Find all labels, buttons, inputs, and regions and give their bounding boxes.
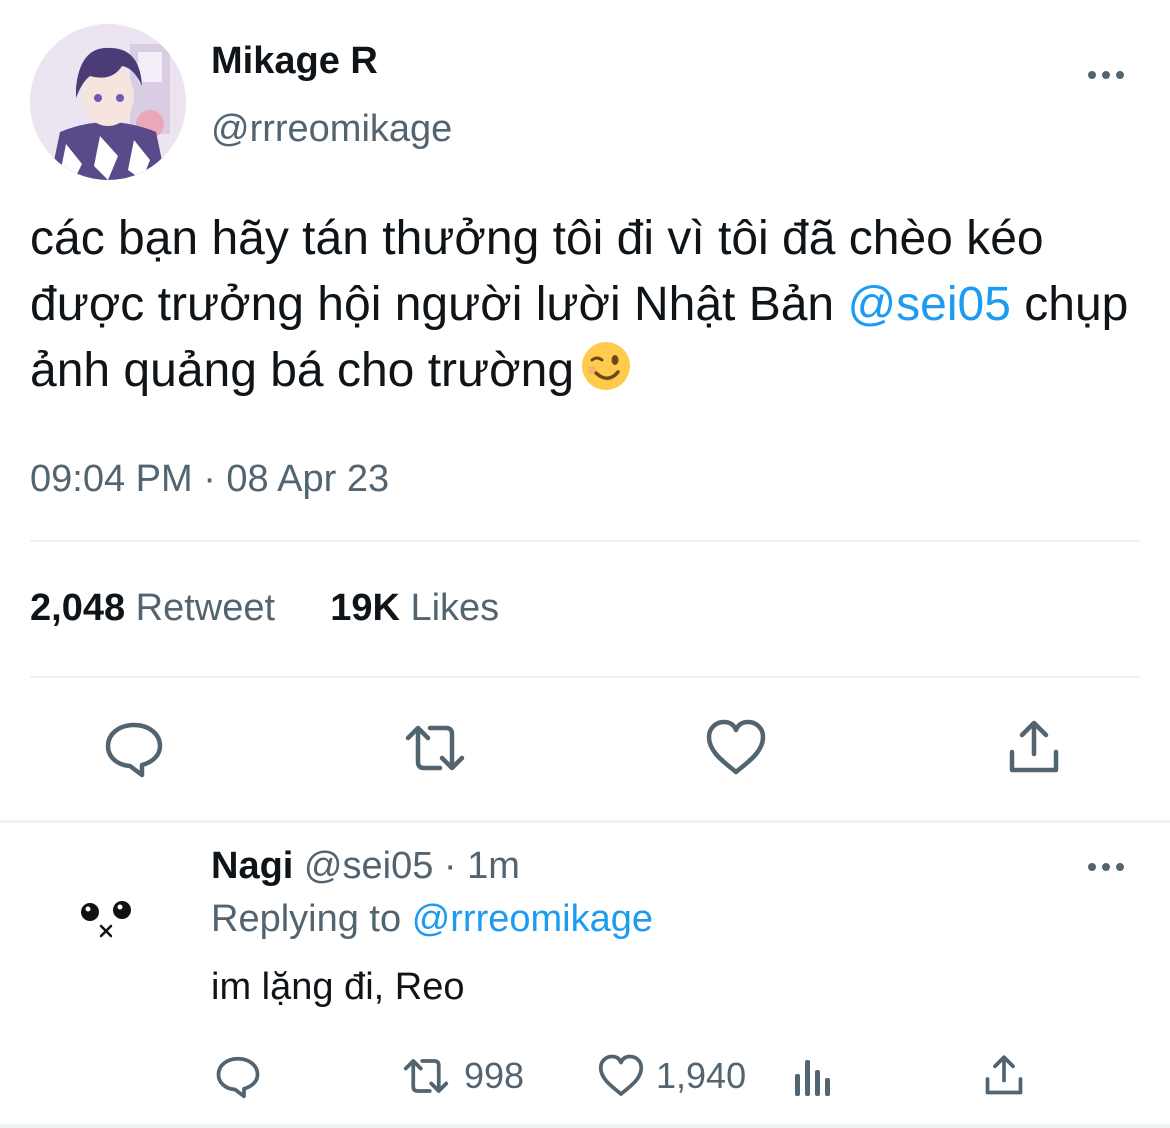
reply-text: im lặng đi, Reo — [211, 966, 465, 1008]
reply-header: Nagi @sei05 · 1m — [211, 845, 520, 888]
reply-icon — [216, 1056, 260, 1099]
divider — [0, 1124, 1170, 1128]
divider — [30, 676, 1140, 678]
analytics-icon — [795, 1060, 830, 1096]
divider — [0, 820, 1170, 823]
doodle-face-icon — [81, 901, 131, 938]
retweet-icon — [403, 1059, 449, 1093]
reply-reply-button[interactable] — [214, 1052, 262, 1100]
replying-to-mention[interactable]: @rrreomikage — [412, 898, 653, 940]
winking-face-emoji-icon — [580, 340, 632, 410]
tweet-text: các bạn hãy tán thưởng tôi đi vì tôi đã … — [30, 206, 1140, 410]
like-icon — [598, 1054, 644, 1096]
reply-like-count: 1,940 — [656, 1055, 747, 1096]
tweet-stats: 2,048 Retweet 19K Likes — [30, 587, 499, 630]
like-icon[interactable] — [704, 716, 768, 780]
reply-meta[interactable]: @sei05 · 1m — [304, 845, 520, 887]
retweet-count[interactable]: 2,048 — [30, 587, 125, 629]
tweet-timestamp[interactable]: 09:04 PM · 08 Apr 23 — [30, 458, 389, 501]
reply-icon[interactable] — [102, 716, 166, 780]
share-icon — [985, 1055, 1023, 1095]
replying-to: Replying to @rrreomikage — [211, 898, 653, 941]
reply-retweet-count: 998 — [464, 1055, 525, 1096]
likes-count[interactable]: 19K — [330, 587, 400, 629]
more-options-icon[interactable] — [1086, 852, 1126, 882]
reply-analytics-button[interactable] — [792, 1052, 836, 1100]
retweet-icon[interactable] — [400, 716, 465, 780]
mention-link[interactable]: @sei05 — [847, 278, 1010, 331]
share-icon[interactable] — [1002, 716, 1066, 780]
avatar-illustration — [30, 24, 186, 180]
author-name[interactable]: Mikage R — [211, 40, 378, 83]
replying-label: Replying to — [211, 898, 402, 940]
reply-like-button[interactable]: 1,940 — [596, 1052, 746, 1100]
author-handle[interactable]: @rrreomikage — [211, 108, 452, 151]
reply-author-avatar[interactable] — [70, 890, 140, 950]
likes-label[interactable]: Likes — [410, 587, 499, 629]
divider — [30, 540, 1140, 542]
more-options-icon[interactable] — [1086, 60, 1126, 90]
retweet-label[interactable]: Retweet — [136, 587, 275, 629]
reply-retweet-button[interactable]: 998 — [398, 1052, 524, 1100]
author-avatar[interactable] — [30, 24, 186, 180]
reply-author-name[interactable]: Nagi — [211, 845, 293, 887]
reply-share-button[interactable] — [980, 1052, 1028, 1100]
